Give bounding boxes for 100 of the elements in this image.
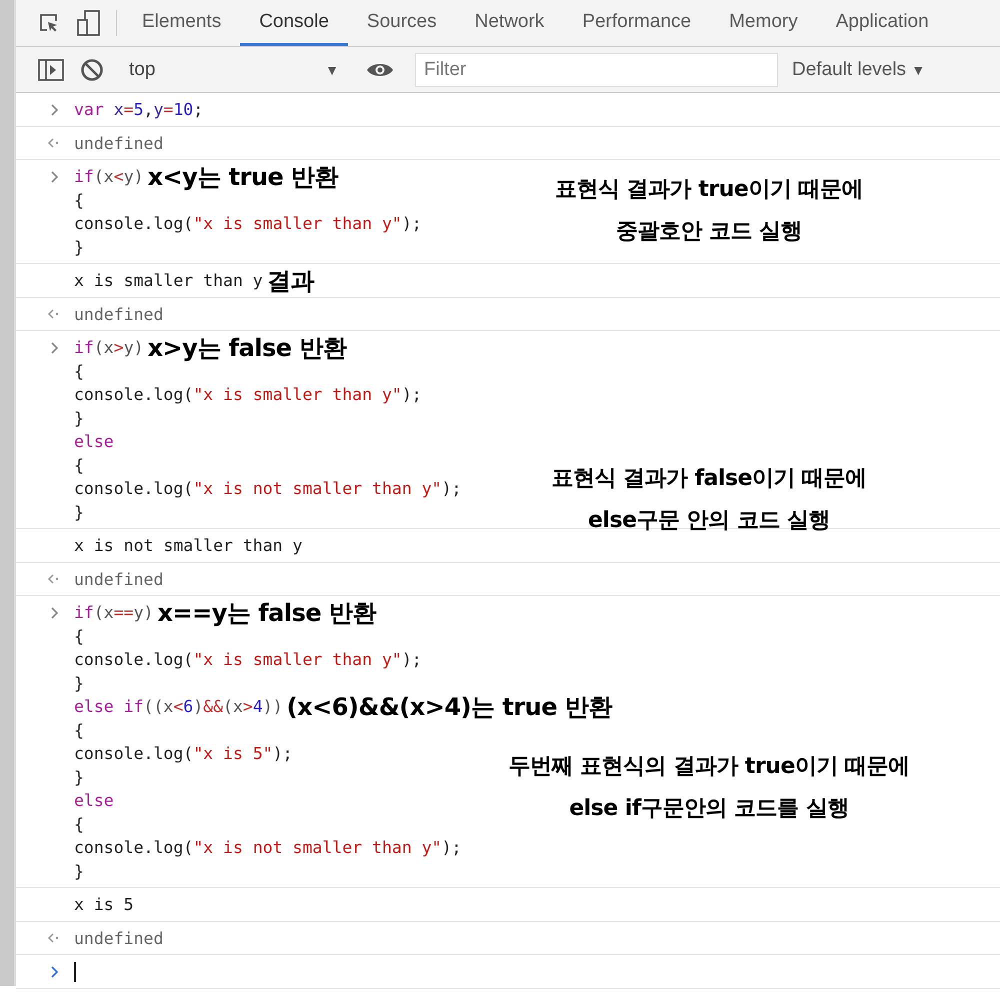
levels-dropdown[interactable]: Default levels ▼	[786, 58, 932, 82]
code-text: var	[74, 100, 105, 120]
code-text: (x	[223, 697, 243, 716]
annotation-text: x>y는 false 반환	[148, 332, 346, 364]
caret-icon: ▼	[325, 62, 339, 78]
code-text: );	[272, 744, 293, 764]
annotation-text: else구문 안의 코드 실행	[588, 506, 830, 534]
code-text: {	[74, 190, 84, 210]
code-text: console.log(	[74, 744, 194, 764]
code-text: ((x	[144, 697, 174, 716]
devtools-tab[interactable]: Sources	[348, 0, 456, 46]
code-text: <	[114, 167, 124, 186]
code-text: );	[402, 214, 422, 234]
code-text: if	[74, 167, 94, 186]
code-text: 10	[173, 100, 194, 120]
code-text: undefined	[74, 304, 164, 324]
code-text: console.log(	[74, 479, 194, 498]
annotation-text: 표현식 결과가 false이기 때문에	[551, 464, 867, 492]
code-text: 6	[183, 697, 194, 716]
code-text: >	[242, 697, 253, 716]
code-text: =	[163, 100, 174, 120]
code-text: console.log(	[74, 838, 194, 858]
code-text: else	[74, 432, 114, 452]
filter-field[interactable]: Filter	[415, 52, 778, 86]
code-text: x is not smaller than y	[74, 536, 302, 556]
annotation-text: 두번째 표현식의 결과가 true이기 때문에	[508, 753, 910, 781]
result-arrow-icon	[46, 137, 60, 150]
code-text: >	[114, 338, 124, 358]
code-text: x is 5	[74, 895, 134, 914]
code-text: else	[74, 791, 114, 810]
code-text: 5	[134, 100, 144, 120]
code-text: );	[442, 479, 462, 498]
code-text: 4	[252, 697, 263, 716]
code-text: ))	[262, 697, 283, 716]
caret-icon: ▼	[911, 62, 926, 78]
code-text: "x is smaller than y"	[193, 650, 402, 670]
code-text: }	[74, 238, 84, 257]
prompt-chevron-icon	[50, 606, 60, 619]
context-select[interactable]: top ▼	[125, 58, 345, 80]
code-text: y)	[124, 167, 144, 186]
code-text: "x is not smaller than y"	[193, 479, 442, 498]
annotation-text: x<y는 true 반환	[148, 162, 338, 193]
code-text: }	[74, 862, 84, 881]
code-text: ==	[114, 603, 134, 622]
code-text: else if	[74, 697, 144, 716]
code-text: if	[74, 338, 94, 358]
devtools-tab[interactable]: Performance	[563, 0, 710, 46]
code-text: console.log(	[74, 214, 194, 234]
code-text: "x is 5"	[193, 744, 273, 764]
code-text: &&	[203, 697, 224, 716]
devtools-tab[interactable]: Network	[456, 0, 564, 46]
code-text: );	[402, 650, 422, 670]
prompt-chevron-icon	[50, 966, 60, 978]
code-text: }	[74, 768, 84, 787]
code-text: )	[193, 697, 204, 716]
code-text: {	[74, 456, 84, 475]
code-text: undefined	[74, 928, 164, 948]
annotation-text: 표현식 결과가 true이기 때문에	[555, 176, 863, 204]
code-text: }	[74, 674, 84, 693]
result-arrow-icon	[46, 573, 60, 586]
code-text: (x	[94, 603, 114, 622]
code-text: );	[442, 838, 462, 858]
code-text: );	[402, 385, 422, 404]
code-text: y)	[124, 338, 144, 358]
prompt-chevron-icon	[50, 170, 60, 183]
code-text: "x is smaller than y"	[193, 214, 402, 234]
devtools-tab[interactable]: Application	[816, 0, 948, 46]
prompt-chevron-icon	[50, 104, 60, 116]
code-text: x is smaller than y	[74, 271, 263, 290]
code-text: y)	[134, 603, 154, 622]
code-text: {	[74, 362, 84, 381]
annotation-text: 결과	[266, 266, 314, 297]
devtools-tab[interactable]: Elements	[123, 0, 240, 46]
code-text: ,	[144, 100, 154, 120]
code-text: }	[74, 408, 84, 428]
devtools-tab[interactable]: Memory	[710, 0, 817, 46]
code-text: x	[114, 100, 124, 120]
code-text: (x	[94, 338, 114, 358]
code-text: "x is not smaller than y"	[193, 838, 442, 858]
code-text: <	[173, 697, 184, 716]
code-text: ;	[193, 100, 204, 120]
text-cursor[interactable]	[74, 962, 76, 982]
annotation-text: x==y는 false 반환	[158, 598, 376, 629]
code-text: }	[74, 502, 84, 522]
annotation-text: (x<6)&&(x>4)는 true 반환	[286, 692, 612, 723]
code-text: console.log(	[74, 385, 194, 404]
annotation-text: 중괄호안 코드 실행	[616, 218, 802, 246]
code-text: "x is smaller than y"	[193, 385, 402, 404]
code-text: (x	[94, 167, 114, 186]
code-text: y	[153, 100, 164, 120]
code-text: =	[124, 100, 134, 120]
code-text: if	[74, 603, 94, 622]
result-arrow-icon	[46, 932, 60, 944]
code-text: undefined	[74, 570, 164, 589]
code-text: {	[74, 626, 84, 646]
code-text: undefined	[74, 134, 164, 153]
result-arrow-icon	[46, 308, 60, 320]
annotation-text: else if구문안의 코드를 실행	[569, 795, 849, 823]
code-text: {	[74, 814, 84, 834]
prompt-chevron-icon	[50, 342, 60, 354]
